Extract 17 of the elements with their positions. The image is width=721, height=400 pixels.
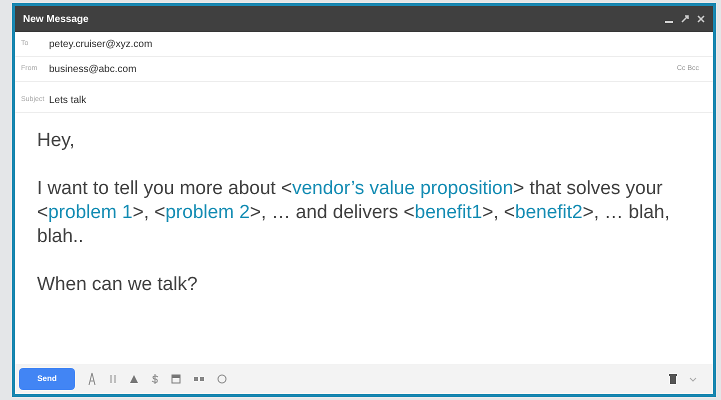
emoji-icon[interactable] (217, 374, 227, 384)
more-options-icon[interactable] (689, 375, 697, 383)
message-paragraph: I want to tell you more about <vendor’s value proposition> that solves your <problem 1>, <problem 2>, … and delivers <benefit1>, <benefit2>, … blah, blah.. (37, 177, 671, 249)
message-paragraph: When can we talk? (37, 273, 199, 297)
close-icon[interactable] (697, 15, 705, 23)
field-value[interactable]: petey.cruiser@xyz.com (49, 36, 707, 52)
field-value[interactable]: business@abc.com (49, 62, 677, 76)
field-value[interactable]: Lets talk (49, 92, 707, 108)
message-paragraph: Hey, (37, 129, 76, 153)
expand-icon[interactable] (681, 15, 689, 23)
drive-icon[interactable] (129, 374, 139, 384)
formatting-icon[interactable] (87, 371, 97, 387)
money-icon[interactable] (151, 374, 159, 384)
window-title: New Message (23, 12, 89, 26)
trash-icon[interactable] (669, 374, 677, 384)
send-button[interactable]: Send (19, 368, 75, 390)
photo-icon[interactable] (171, 374, 181, 384)
